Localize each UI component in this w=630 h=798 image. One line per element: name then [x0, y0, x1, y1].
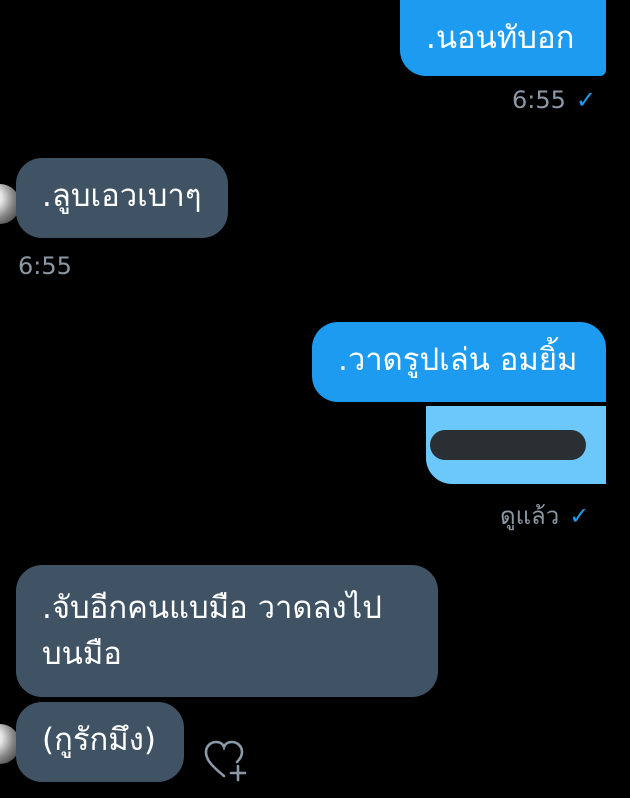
seen-status: ดูแล้ว [500, 502, 560, 530]
message-text-line-2: บนมือ [42, 636, 122, 672]
message-bubble-received[interactable]: (กูรักมึง) [16, 702, 184, 782]
message-bubble-sent[interactable]: .นอนทับอก [400, 0, 606, 76]
message-bubble-sent[interactable]: .วาดรูปเล่น อมยิ้ม [312, 322, 606, 402]
message-meta: 6:55 ✓ [512, 86, 596, 114]
message-text: .นอนทับอก [426, 20, 575, 56]
message-text: .ลูบเอวเบาๆ [42, 178, 202, 214]
read-check-icon: ✓ [569, 501, 590, 530]
message-text: (กูรักมึง) [42, 722, 156, 758]
read-check-icon: ✓ [575, 86, 597, 114]
message-meta: ดูแล้ว ✓ [500, 496, 589, 535]
heart-plus-icon[interactable] [202, 736, 248, 782]
message-text: .วาดรูปเล่น อมยิ้ม [338, 342, 578, 378]
message-bubble-received[interactable]: .ลูบเอวเบาๆ [16, 158, 228, 238]
timestamp: 6:55 [18, 252, 72, 280]
message-bubble-received[interactable]: .จับอีกคนแบมือ วาดลงไป บนมือ [16, 565, 438, 697]
redacted-content [430, 430, 586, 460]
timestamp: 6:55 [512, 86, 566, 114]
message-text-line-1: .จับอีกคนแบมือ วาดลงไป [42, 590, 382, 626]
